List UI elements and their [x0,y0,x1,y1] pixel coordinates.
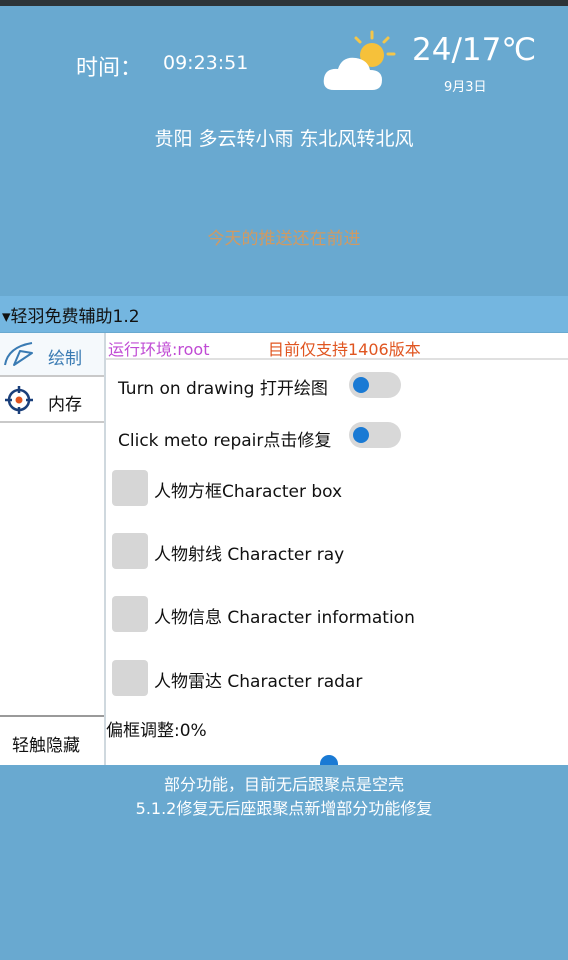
pen-curve-icon [4,342,33,366]
sidebar-item-label: 绘制 [48,349,82,369]
checkbox-label: 人物射线 Character ray [154,545,345,565]
checkbox[interactable] [112,596,148,632]
changelog-line-2: 5.1.2修复无后座跟聚点新增部分功能修复 [135,799,433,818]
sidebar-item-draw[interactable]: 绘制 [0,333,104,377]
sidebar-item-label: 内存 [48,395,82,415]
partly-cloudy-sun-icon [323,30,396,90]
repair-toggle[interactable] [349,422,401,448]
hide-button-label: 轻触隐藏 [12,736,80,756]
env-row: 运行环境:root 目前仅支持1406版本 [106,333,568,360]
env-label: 运行环境:root [108,340,210,359]
checkbox-label: 人物方框Character box [154,482,343,502]
time-label: 时间： [76,56,143,81]
time-value: 09:23:51 [163,52,249,74]
toggle-knob [353,427,369,443]
checkbox[interactable] [112,660,148,696]
notice-text: 今天的推送还在前进 [207,229,361,249]
checkbox[interactable] [112,470,148,506]
support-label: 目前仅支持1406版本 [268,340,421,359]
status-bar [0,0,568,6]
crosshair-icon [5,386,33,414]
checkbox-label: 人物信息 Character information [154,608,415,628]
checkbox[interactable] [112,533,148,569]
panel-sidebar: 绘制 内存 轻触隐藏 [0,333,106,765]
drawing-toggle[interactable] [349,372,401,398]
panel-content: 运行环境:root 目前仅支持1406版本 Turn on drawing 打开… [106,333,568,765]
panel-title: ▾轻羽免费辅助1.2 [2,307,140,327]
panel-title-bar[interactable]: ▾轻羽免费辅助1.2 [0,296,568,332]
date: 9月3日 [444,80,487,95]
changelog-line-1: 部分功能，目前无后跟聚点是空壳 [163,775,404,794]
toggle-knob [353,377,369,393]
offset-slider-thumb[interactable] [320,755,338,765]
repair-switch-label: Click meto repair点击修复 [118,431,332,451]
drawing-switch-label: Turn on drawing 打开绘图 [118,379,328,399]
temperature: 24/17℃ [412,32,537,68]
checkbox-label: 人物雷达 Character radar [154,672,363,692]
hide-button[interactable]: 轻触隐藏 [0,715,104,765]
weather-summary: 贵阳 多云转小雨 东北风转北风 [154,128,414,150]
offset-label: 偏框调整:0% [106,721,207,741]
sidebar-item-memory[interactable]: 内存 [0,379,104,423]
